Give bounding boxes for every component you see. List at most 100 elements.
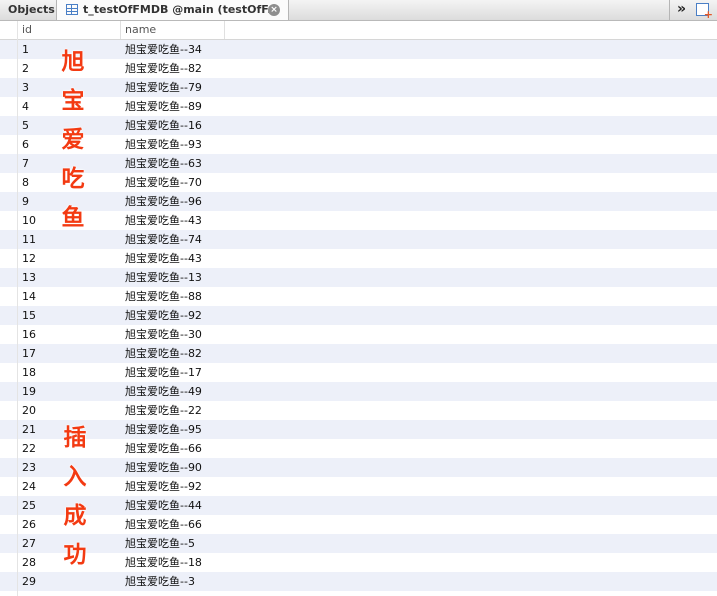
table-row[interactable]: 23 旭宝爱吃鱼--90: [0, 458, 717, 477]
cell-id[interactable]: 1: [22, 40, 29, 59]
cell-name[interactable]: 旭宝爱吃鱼--74: [125, 230, 202, 249]
add-query-icon[interactable]: [696, 3, 713, 21]
table-row[interactable]: 25 旭宝爱吃鱼--44: [0, 496, 717, 515]
cell-name[interactable]: 旭宝爱吃鱼--88: [125, 287, 202, 306]
table-row[interactable]: 10 旭宝爱吃鱼--43: [0, 211, 717, 230]
cell-name[interactable]: 旭宝爱吃鱼--92: [125, 477, 202, 496]
cell-id[interactable]: 3: [22, 78, 29, 97]
table-row[interactable]: 29 旭宝爱吃鱼--3: [0, 572, 717, 591]
table-row[interactable]: 6 旭宝爱吃鱼--93: [0, 135, 717, 154]
cell-name[interactable]: 旭宝爱吃鱼--3: [125, 572, 195, 591]
cell-name[interactable]: 旭宝爱吃鱼--43: [125, 211, 202, 230]
table-row[interactable]: 22 旭宝爱吃鱼--66: [0, 439, 717, 458]
table-row[interactable]: 21 旭宝爱吃鱼--95: [0, 420, 717, 439]
cell-name[interactable]: 旭宝爱吃鱼--92: [125, 306, 202, 325]
cell-id[interactable]: 15: [22, 306, 36, 325]
cell-name[interactable]: 旭宝爱吃鱼--43: [125, 249, 202, 268]
table-row[interactable]: 18 旭宝爱吃鱼--17: [0, 363, 717, 382]
cell-id[interactable]: 16: [22, 325, 36, 344]
table-row[interactable]: 1 旭宝爱吃鱼--34: [0, 40, 717, 59]
table-row[interactable]: 7 旭宝爱吃鱼--63: [0, 154, 717, 173]
tab-objects[interactable]: Objects: [0, 0, 57, 20]
cell-id[interactable]: 19: [22, 382, 36, 401]
cell-name[interactable]: 旭宝爱吃鱼--13: [125, 268, 202, 287]
table-row[interactable]: 15 旭宝爱吃鱼--92: [0, 306, 717, 325]
cell-name[interactable]: 旭宝爱吃鱼--89: [125, 97, 202, 116]
cell-id[interactable]: 14: [22, 287, 36, 306]
cell-id[interactable]: 2: [22, 59, 29, 78]
table-row[interactable]: 17 旭宝爱吃鱼--82: [0, 344, 717, 363]
tab-table[interactable]: t_testOfFMDB @main (testOfF... ×: [57, 0, 289, 20]
cell-id[interactable]: 20: [22, 401, 36, 420]
table-row[interactable]: 26 旭宝爱吃鱼--66: [0, 515, 717, 534]
cell-name[interactable]: 旭宝爱吃鱼--66: [125, 515, 202, 534]
cell-id[interactable]: 25: [22, 496, 36, 515]
cell-name[interactable]: 旭宝爱吃鱼--17: [125, 363, 202, 382]
cell-id[interactable]: 7: [22, 154, 29, 173]
table-row[interactable]: 24 旭宝爱吃鱼--92: [0, 477, 717, 496]
cell-name[interactable]: 旭宝爱吃鱼--70: [125, 173, 202, 192]
grid-rows: 1 旭宝爱吃鱼--34 2 旭宝爱吃鱼--82 3 旭宝爱吃鱼--79 4 旭宝爱吃鱼--89…: [0, 40, 717, 591]
cell-id[interactable]: 28: [22, 553, 36, 572]
cell-name[interactable]: 旭宝爱吃鱼--95: [125, 420, 202, 439]
cell-name[interactable]: 旭宝爱吃鱼--66: [125, 439, 202, 458]
table-row[interactable]: 3 旭宝爱吃鱼--79: [0, 78, 717, 97]
close-icon[interactable]: ×: [268, 4, 280, 16]
table-row[interactable]: 19 旭宝爱吃鱼--49: [0, 382, 717, 401]
table-row[interactable]: 2 旭宝爱吃鱼--82: [0, 59, 717, 78]
cell-id[interactable]: 18: [22, 363, 36, 382]
table-row[interactable]: 8 旭宝爱吃鱼--70: [0, 173, 717, 192]
cell-id[interactable]: 13: [22, 268, 36, 287]
cell-name[interactable]: 旭宝爱吃鱼--79: [125, 78, 202, 97]
cell-id[interactable]: 24: [22, 477, 36, 496]
cell-id[interactable]: 12: [22, 249, 36, 268]
tab-bar-actions: »: [669, 0, 717, 21]
cell-id[interactable]: 17: [22, 344, 36, 363]
cell-name[interactable]: 旭宝爱吃鱼--34: [125, 40, 202, 59]
cell-id[interactable]: 11: [22, 230, 36, 249]
table-row[interactable]: 9 旭宝爱吃鱼--96: [0, 192, 717, 211]
table-row[interactable]: 13 旭宝爱吃鱼--13: [0, 268, 717, 287]
cell-name[interactable]: 旭宝爱吃鱼--5: [125, 534, 195, 553]
cell-id[interactable]: 29: [22, 572, 36, 591]
table-row[interactable]: 16 旭宝爱吃鱼--30: [0, 325, 717, 344]
cell-name[interactable]: 旭宝爱吃鱼--82: [125, 59, 202, 78]
cell-name[interactable]: 旭宝爱吃鱼--30: [125, 325, 202, 344]
cell-name[interactable]: 旭宝爱吃鱼--22: [125, 401, 202, 420]
cell-id[interactable]: 8: [22, 173, 29, 192]
cell-id[interactable]: 4: [22, 97, 29, 116]
annotation-char: 插: [63, 425, 87, 451]
table-row[interactable]: 14 旭宝爱吃鱼--88: [0, 287, 717, 306]
cell-id[interactable]: 22: [22, 439, 36, 458]
cell-name[interactable]: 旭宝爱吃鱼--63: [125, 154, 202, 173]
cell-name[interactable]: 旭宝爱吃鱼--16: [125, 116, 202, 135]
table-row[interactable]: 5 旭宝爱吃鱼--16: [0, 116, 717, 135]
cell-id[interactable]: 26: [22, 515, 36, 534]
cell-name[interactable]: 旭宝爱吃鱼--90: [125, 458, 202, 477]
cell-name[interactable]: 旭宝爱吃鱼--44: [125, 496, 202, 515]
table-row[interactable]: 27 旭宝爱吃鱼--5: [0, 534, 717, 553]
cell-id[interactable]: 5: [22, 116, 29, 135]
cell-name[interactable]: 旭宝爱吃鱼--49: [125, 382, 202, 401]
table-row[interactable]: 4 旭宝爱吃鱼--89: [0, 97, 717, 116]
tab-bar: Objects t_testOfFMDB @main (testOfF... ×…: [0, 0, 717, 21]
cell-id[interactable]: 6: [22, 135, 29, 154]
cell-id[interactable]: 10: [22, 211, 36, 230]
column-header-name[interactable]: name: [121, 21, 225, 39]
cell-id[interactable]: 9: [22, 192, 29, 211]
table-row[interactable]: 11 旭宝爱吃鱼--74: [0, 230, 717, 249]
cell-id[interactable]: 27: [22, 534, 36, 553]
table-row[interactable]: 28 旭宝爱吃鱼--18: [0, 553, 717, 572]
table-row[interactable]: 12 旭宝爱吃鱼--43: [0, 249, 717, 268]
cell-id[interactable]: 21: [22, 420, 36, 439]
chevron-double-right-icon[interactable]: »: [677, 0, 686, 19]
data-grid[interactable]: id name 1 旭宝爱吃鱼--34 2 旭宝爱吃鱼--82 3 旭宝爱吃鱼--79 4 旭…: [0, 21, 717, 591]
cell-id[interactable]: 23: [22, 458, 36, 477]
cell-name[interactable]: 旭宝爱吃鱼--18: [125, 553, 202, 572]
annotation-char: 鱼: [61, 205, 85, 231]
table-row[interactable]: 20 旭宝爱吃鱼--22: [0, 401, 717, 420]
cell-name[interactable]: 旭宝爱吃鱼--82: [125, 344, 202, 363]
cell-name[interactable]: 旭宝爱吃鱼--96: [125, 192, 202, 211]
column-header-id[interactable]: id: [0, 21, 121, 39]
cell-name[interactable]: 旭宝爱吃鱼--93: [125, 135, 202, 154]
